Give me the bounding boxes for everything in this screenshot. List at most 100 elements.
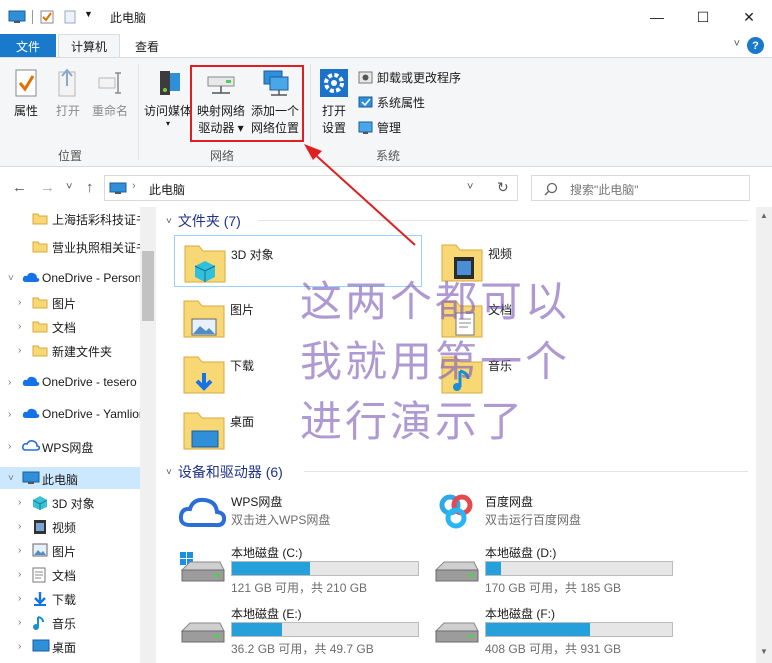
help-button[interactable]: ? bbox=[747, 37, 764, 54]
drive-usage-bar bbox=[485, 622, 673, 637]
sidebar-item[interactable]: › 文档 bbox=[0, 315, 140, 337]
chevron-right-icon[interactable]: › bbox=[18, 497, 21, 508]
tab-computer[interactable]: 计算机 bbox=[58, 34, 120, 58]
scroll-down-icon[interactable]: ▼ bbox=[760, 647, 768, 656]
chevron-right-icon[interactable]: › bbox=[8, 377, 11, 388]
address-dropdown-button[interactable]: ˅ bbox=[467, 181, 473, 193]
document-icon bbox=[32, 567, 46, 585]
chevron-right-icon[interactable]: › bbox=[18, 617, 21, 628]
chevron-down-icon[interactable]: ˅ bbox=[8, 273, 14, 284]
folders-section-header[interactable]: ˅ 文件夹 (7) bbox=[166, 211, 241, 231]
sidebar-item[interactable]: › 视频 bbox=[0, 515, 140, 537]
drive-item[interactable]: 本地磁盘 (F:) 408 GB 可用，共 931 GB bbox=[432, 605, 682, 656]
tab-file[interactable]: 文件 bbox=[0, 34, 56, 58]
drive-item[interactable]: 本地磁盘 (E:) 36.2 GB 可用，共 49.7 GB bbox=[178, 605, 428, 656]
system-properties-label: 系统属性 bbox=[377, 96, 426, 110]
sidebar-item[interactable]: › 图片 bbox=[0, 291, 140, 313]
up-button[interactable]: ↑ bbox=[86, 179, 94, 196]
chevron-right-icon[interactable]: › bbox=[18, 521, 21, 532]
chevron-down-icon[interactable]: ˅ bbox=[8, 473, 14, 484]
baidu-cloud-name: 百度网盘 bbox=[485, 495, 534, 509]
nav-scroll-thumb[interactable] bbox=[142, 251, 154, 321]
sidebar-item[interactable]: ˅ 此电脑 bbox=[0, 467, 140, 489]
chevron-right-icon[interactable]: › bbox=[18, 569, 21, 580]
properties-icon[interactable] bbox=[40, 10, 54, 24]
chevron-right-icon[interactable]: › bbox=[8, 441, 11, 452]
sidebar-item-label: 新建文件夹 bbox=[52, 345, 113, 359]
tab-view[interactable]: 查看 bbox=[124, 34, 170, 58]
sidebar-item[interactable]: › 图片 bbox=[0, 539, 140, 561]
manage-button[interactable]: 管理 bbox=[358, 119, 401, 136]
sidebar-item[interactable]: 营业执照相关证书 bbox=[0, 235, 140, 257]
sidebar-item[interactable]: › 文档 bbox=[0, 563, 140, 585]
sidebar-item-label: 视频 bbox=[52, 521, 77, 535]
address-row: ← → ˅ ↑ › 此电脑 ˅ ↻ 搜索"此电脑" bbox=[0, 170, 772, 206]
rename-button[interactable]: 重命名 bbox=[90, 68, 130, 120]
properties-button[interactable]: 属性 bbox=[8, 68, 44, 120]
chevron-right-icon[interactable]: › bbox=[18, 641, 21, 652]
sidebar-item[interactable]: ˅ OneDrive - Personal bbox=[0, 267, 140, 289]
search-input[interactable]: 搜索"此电脑" bbox=[531, 175, 750, 201]
system-properties-button[interactable]: 系统属性 bbox=[358, 94, 425, 111]
drive-name: 本地磁盘 (E:) bbox=[231, 607, 302, 621]
chevron-right-icon[interactable]: › bbox=[18, 593, 21, 604]
content-scrollbar[interactable]: ▲ ▼ bbox=[756, 207, 772, 663]
wps-cloud-icon bbox=[178, 497, 226, 528]
close-button[interactable]: ✕ bbox=[726, 0, 772, 34]
picture-icon bbox=[32, 543, 48, 560]
sidebar-item[interactable]: › 新建文件夹 bbox=[0, 339, 140, 361]
wps-cloud-item[interactable]: WPS网盘 双击进入WPS网盘 bbox=[178, 493, 428, 543]
nav-scrollbar[interactable] bbox=[140, 207, 156, 663]
ribbon-collapse-button[interactable]: ˅ bbox=[734, 38, 740, 50]
manage-label: 管理 bbox=[377, 121, 402, 135]
sidebar-item[interactable]: › WPS网盘 bbox=[0, 435, 140, 457]
minimize-button[interactable]: — bbox=[634, 0, 680, 34]
chevron-right-icon[interactable]: › bbox=[8, 409, 11, 420]
baidu-cloud-item[interactable]: 百度网盘 双击运行百度网盘 bbox=[432, 493, 682, 543]
open-settings-button[interactable]: 打开 设置 bbox=[314, 68, 354, 137]
hard-drive-icon bbox=[434, 561, 479, 582]
drive-item[interactable]: 本地磁盘 (C:) 121 GB 可用，共 210 GB bbox=[178, 544, 428, 595]
drive-item[interactable]: 本地磁盘 (D:) 170 GB 可用，共 185 GB bbox=[432, 544, 682, 595]
cloud-icon bbox=[22, 375, 40, 390]
drive-name: 本地磁盘 (C:) bbox=[231, 546, 303, 560]
sidebar-item[interactable]: › 3D 对象 bbox=[0, 491, 140, 513]
drive-usage-fill bbox=[232, 623, 282, 636]
access-media-button[interactable]: 访问媒体 ▾ bbox=[144, 68, 192, 128]
folder-label: 下载 bbox=[230, 359, 255, 373]
drive-usage-fill bbox=[486, 623, 590, 636]
back-button[interactable]: ← bbox=[12, 179, 27, 196]
sidebar-item[interactable]: › 下载 bbox=[0, 587, 140, 609]
access-media-dropdown-icon: ▾ bbox=[165, 119, 170, 128]
chevron-right-icon[interactable]: › bbox=[18, 297, 21, 308]
scroll-up-icon[interactable]: ▲ bbox=[760, 211, 768, 220]
uninstall-program-button[interactable]: 卸载或更改程序 bbox=[358, 69, 461, 86]
new-folder-icon[interactable] bbox=[64, 10, 76, 24]
maximize-button[interactable]: ☐ bbox=[680, 0, 726, 34]
sidebar-item[interactable]: 上海括彩科技证书 bbox=[0, 207, 140, 229]
sidebar-item[interactable]: › OneDrive - tesero bbox=[0, 371, 140, 393]
chevron-right-icon[interactable]: › bbox=[18, 345, 21, 356]
sidebar-item[interactable]: › OneDrive - Yamlion bbox=[0, 403, 140, 425]
refresh-button[interactable]: ↻ bbox=[497, 179, 509, 196]
chevron-right-icon[interactable]: › bbox=[18, 321, 21, 332]
sidebar-item-label: 音乐 bbox=[52, 617, 77, 631]
quick-access-dropdown-icon[interactable]: ▼ bbox=[84, 9, 93, 19]
drive-name: 本地磁盘 (F:) bbox=[485, 607, 555, 621]
open-button[interactable]: 打开 bbox=[50, 68, 86, 120]
forward-button[interactable]: → bbox=[40, 179, 55, 196]
recent-locations-button[interactable]: ˅ bbox=[66, 181, 72, 193]
sidebar-item-label: 3D 对象 bbox=[52, 497, 95, 511]
chevron-right-icon[interactable]: › bbox=[18, 545, 21, 556]
group-label-location: 位置 bbox=[58, 149, 83, 163]
folders-header-label: 文件夹 (7) bbox=[177, 213, 241, 229]
computer-icon[interactable] bbox=[8, 10, 26, 24]
folder-icon bbox=[32, 319, 48, 336]
sidebar-item[interactable]: › 桌面 bbox=[0, 635, 140, 657]
folder-label: 3D 对象 bbox=[231, 248, 274, 262]
devices-section-header[interactable]: ˅ 设备和驱动器 (6) bbox=[166, 462, 283, 482]
gear-icon bbox=[320, 69, 348, 97]
ribbon-tabs: 文件 计算机 查看 ˅ ? bbox=[0, 34, 772, 58]
sidebar-item[interactable]: › 音乐 bbox=[0, 611, 140, 633]
address-bar[interactable]: › 此电脑 ˅ ↻ bbox=[104, 175, 518, 201]
